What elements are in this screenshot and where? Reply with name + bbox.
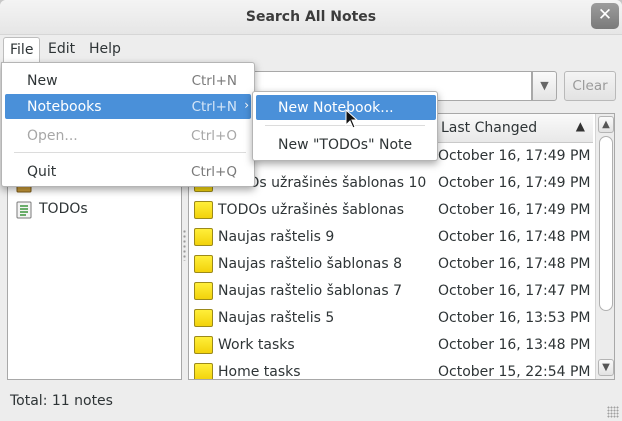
note-date: October 16, 17:49 PM [438,148,591,164]
note-date: October 15, 22:54 PM [438,364,591,380]
title-bar: Search All Notes ✕ [0,0,622,35]
note-date: October 16, 17:48 PM [438,229,591,245]
scroll-down-button[interactable]: ▼ [598,359,614,376]
menu-item-label: New [27,73,58,89]
menu-item-label: New "TODOs" Note [278,137,413,153]
notebook-item-todos[interactable]: TODOs [14,199,179,223]
note-icon [194,309,213,327]
note-date: October 16, 17:48 PM [438,256,591,272]
menu-item-accelerator: Ctrl+N [191,99,237,115]
note-icon [194,282,213,300]
menu-item-new-todos-note[interactable]: New "TODOs" Note [256,132,436,157]
notebook-label: TODOs [39,201,88,217]
note-row[interactable]: Naujas raštelio šablonas 8 October 16, 17… [189,252,593,279]
note-row[interactable]: Home tasks October 15, 22:54 PM [189,360,593,380]
note-icon [194,255,213,273]
mouse-pointer-icon [345,109,359,129]
scroll-up-button[interactable]: ▲ [598,116,614,133]
vertical-scrollbar[interactable]: ▲ ▼ [595,114,614,379]
column-header-last-changed[interactable]: Last Changed ▲ [433,114,593,143]
note-icon [194,363,213,379]
window-title: Search All Notes [245,9,377,25]
menu-item-label: Quit [27,164,57,180]
note-title: Naujas raštelis 5 [218,310,335,326]
column-header-label: Last Changed [441,120,538,136]
menu-file[interactable]: File [3,37,41,62]
note-row[interactable]: Naujas raštelis 5 October 16, 13:53 PM [189,306,593,333]
notebook-icon [16,201,32,219]
search-history-dropdown[interactable]: ▼ [532,71,557,101]
note-date: October 16, 17:49 PM [438,202,591,218]
note-date: October 16, 17:49 PM [438,175,591,191]
menu-item-accelerator: Ctrl+Q [191,164,237,180]
note-title: Naujas raštelis 9 [218,229,335,245]
menu-item-label: Open... [27,128,78,144]
note-row[interactable]: Naujas raštelis 9 October 16, 17:48 PM [189,225,593,252]
pane-resize-handle[interactable] [183,229,186,261]
note-row[interactable]: Naujas raštelio šablonas 7 October 16, 17… [189,279,593,306]
note-title: Work tasks [218,337,295,353]
note-date: October 16, 13:48 PM [438,337,591,353]
note-title: Naujas raštelio šablonas 7 [218,283,402,299]
submenu-arrow-icon: › [244,98,249,112]
note-title: Naujas raštelio šablonas 8 [218,256,402,272]
menu-item-label: New Notebook... [278,100,394,116]
note-date: October 16, 13:53 PM [438,310,591,326]
note-title: TODOs užrašinės šablonas [218,202,405,218]
note-icon [194,201,213,219]
resize-grip[interactable] [607,406,619,418]
menu-item-label: Notebooks [27,99,102,115]
clear-button[interactable]: Clear [564,71,616,101]
menu-separator [14,152,246,153]
chevron-down-icon: ▼ [540,79,549,92]
note-icon [194,228,213,246]
sort-ascending-icon: ▲ [575,119,585,133]
search-all-notes-window: Search All Notes ✕ File Edit Help ▼ Clea… [0,0,622,421]
menu-edit[interactable]: Edit [42,37,81,62]
note-row[interactable]: Work tasks October 16, 13:48 PM [189,333,593,360]
menu-item-new[interactable]: New Ctrl+N [5,68,251,93]
close-icon: ✕ [597,5,613,25]
close-button[interactable]: ✕ [591,3,619,29]
menu-item-accelerator: Ctrl+O [191,128,237,144]
menu-item-open[interactable]: Open... Ctrl+O [5,123,251,148]
menu-item-accelerator: Ctrl+N [191,73,237,89]
scroll-thumb[interactable] [599,136,613,311]
menu-item-quit[interactable]: Quit Ctrl+Q [5,159,251,184]
menu-help[interactable]: Help [83,37,127,62]
menu-bar: File Edit Help [0,35,622,62]
file-menu: New Ctrl+N Notebooks Ctrl+N › Open... Ct… [1,62,255,187]
note-row[interactable]: TODOs užrašinės šablonas October 16, 17:4… [189,198,593,225]
note-title: Home tasks [218,364,301,380]
note-icon [194,336,213,354]
menu-item-notebooks[interactable]: Notebooks Ctrl+N › [5,94,251,119]
status-total: Total: 11 notes [10,393,113,409]
note-date: October 16, 17:47 PM [438,283,591,299]
